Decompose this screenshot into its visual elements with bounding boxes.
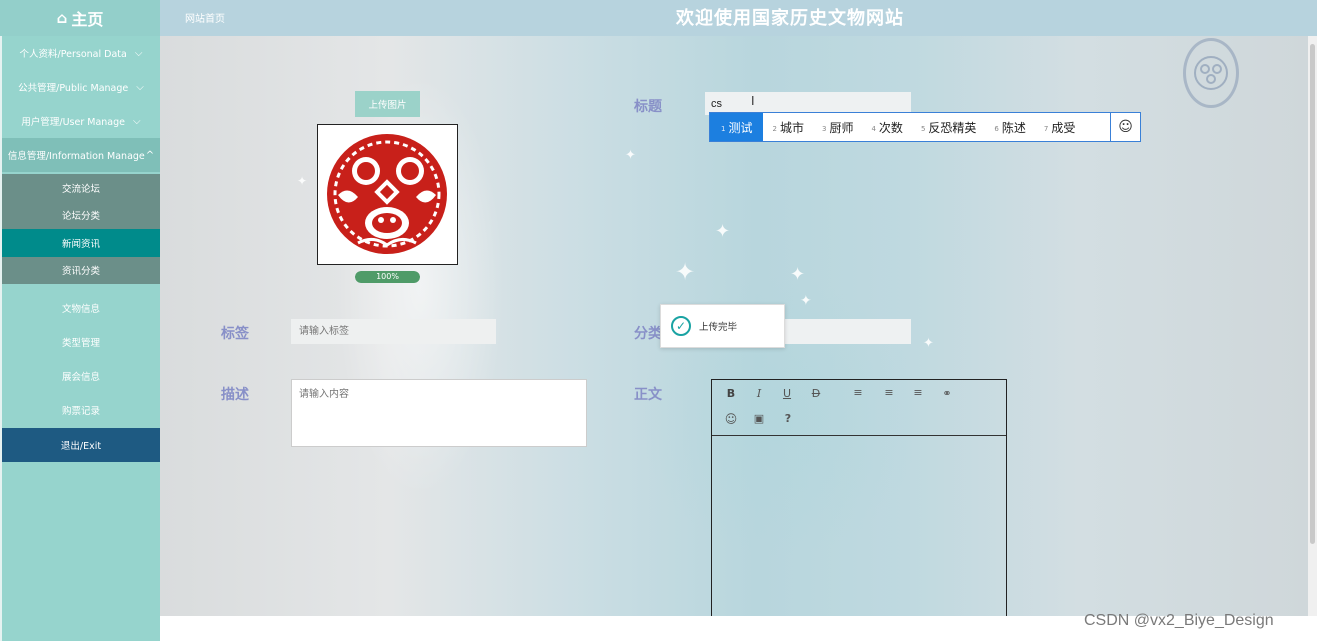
scrollbar-thumb[interactable] bbox=[1310, 44, 1315, 544]
chevron-down-icon: ⌵ bbox=[136, 81, 144, 93]
upload-complete-toast: ✓ 上传完毕 bbox=[660, 304, 785, 348]
sparkle-decoration: ✦ bbox=[800, 293, 812, 309]
ime-candidate[interactable]: 2 城市 bbox=[763, 113, 812, 141]
ime-candidate[interactable]: 3 厨师 bbox=[813, 113, 862, 141]
strikethrough-icon[interactable]: D bbox=[808, 387, 824, 400]
main-content: ✦ ✦ ✦ ✦ ✦ ✦ ✦ 上传图片 100% 标题 cs I 1 测试 2 城… bbox=[160, 36, 1308, 616]
ime-candidate[interactable]: 4 次数 bbox=[862, 113, 911, 141]
sidebar-sub-forum-category[interactable]: 论坛分类 bbox=[2, 201, 160, 229]
upload-image-button[interactable]: 上传图片 bbox=[355, 91, 420, 117]
align-center-icon[interactable]: ≡ bbox=[881, 386, 897, 399]
text-cursor-icon: I bbox=[751, 94, 755, 108]
home-link[interactable]: ⌂ 主页 bbox=[0, 0, 160, 36]
sidebar-sub-news[interactable]: 新闻资讯 bbox=[2, 229, 160, 257]
bold-icon[interactable]: B bbox=[723, 387, 739, 400]
underline-icon[interactable]: U bbox=[779, 387, 795, 400]
home-label: 主页 bbox=[71, 10, 104, 29]
sidebar-item-exhibitions[interactable]: 展会信息 bbox=[2, 359, 160, 393]
seal-stamp-decoration bbox=[1183, 38, 1239, 108]
sidebar-item-label: 公共管理/Public Manage bbox=[18, 83, 129, 94]
image-icon[interactable]: ▣ bbox=[751, 412, 767, 425]
chevron-up-icon: ^ bbox=[145, 149, 155, 161]
sparkle-decoration: ✦ bbox=[675, 258, 696, 286]
sparkle-decoration: ✦ bbox=[297, 174, 308, 188]
upload-progress-bar: 100% bbox=[355, 271, 420, 283]
sparkle-decoration: ✦ bbox=[790, 264, 806, 285]
category-label: 分类 bbox=[634, 326, 662, 342]
description-label: 描述 bbox=[221, 387, 249, 403]
link-icon[interactable]: ⚭ bbox=[939, 387, 955, 400]
sidebar-item-relics[interactable]: 文物信息 bbox=[2, 291, 160, 325]
body-label: 正文 bbox=[634, 387, 662, 403]
sidebar-item-types[interactable]: 类型管理 bbox=[2, 325, 160, 359]
image-preview bbox=[317, 124, 458, 265]
description-textarea[interactable] bbox=[291, 379, 587, 447]
sidebar-item-label: 用户管理/User Manage bbox=[21, 117, 126, 128]
sidebar-item-label: 信息管理/Information Manage bbox=[7, 151, 145, 162]
sparkle-decoration: ✦ bbox=[715, 221, 731, 242]
chevron-down-icon: ⌵ bbox=[134, 47, 143, 59]
top-header: ⌂ 主页 网站首页 欢迎使用国家历史文物网站 bbox=[0, 0, 1317, 36]
breadcrumb[interactable]: 网站首页 bbox=[185, 10, 225, 25]
editor-toolbar: B I U D ≡ ≡ ≡ ⚭ ☺ ▣ ? bbox=[712, 380, 1006, 436]
sidebar-item-personal-data[interactable]: 个人资料/Personal Data ⌵ bbox=[2, 36, 160, 70]
ime-candidate[interactable]: 6 陈述 bbox=[985, 113, 1034, 141]
watermark: CSDN @vx2_Biye_Design bbox=[1084, 612, 1274, 629]
toast-message: 上传完毕 bbox=[699, 322, 738, 333]
emoji-icon[interactable]: ☺ bbox=[723, 412, 739, 426]
ime-candidate-bar: 1 测试 2 城市 3 厨师 4 次数 5 反恐精英 6 陈述 7 成受 ☺ bbox=[709, 112, 1141, 142]
title-label: 标题 bbox=[634, 99, 662, 115]
sparkle-decoration: ✦ bbox=[625, 148, 636, 163]
italic-icon[interactable]: I bbox=[751, 387, 767, 400]
category-select[interactable] bbox=[785, 319, 911, 344]
site-title: 欢迎使用国家历史文物网站 bbox=[676, 8, 904, 29]
exit-button[interactable]: 退出/Exit bbox=[2, 428, 160, 462]
ime-candidate[interactable]: 1 测试 bbox=[710, 113, 764, 141]
chevron-down-icon: ⌵ bbox=[133, 115, 141, 127]
tag-input[interactable] bbox=[291, 319, 496, 344]
editor-body[interactable] bbox=[712, 436, 1006, 616]
sidebar-sub-forum[interactable]: 交流论坛 bbox=[2, 174, 160, 202]
smiley-icon[interactable]: ☺ bbox=[1110, 113, 1140, 141]
upload-progress-fill: 100% bbox=[355, 271, 420, 283]
sidebar-item-public-manage[interactable]: 公共管理/Public Manage ⌵ bbox=[2, 70, 160, 104]
help-icon[interactable]: ? bbox=[780, 412, 796, 425]
seal-icon bbox=[1194, 56, 1228, 90]
sidebar-item-information-manage[interactable]: 信息管理/Information Manage ^ bbox=[2, 138, 160, 172]
sidebar-item-user-manage[interactable]: 用户管理/User Manage ⌵ bbox=[2, 104, 160, 138]
check-circle-icon: ✓ bbox=[671, 316, 691, 336]
sidebar-item-tickets[interactable]: 购票记录 bbox=[2, 393, 160, 427]
sparkle-decoration: ✦ bbox=[923, 336, 934, 351]
rich-text-editor: B I U D ≡ ≡ ≡ ⚭ ☺ ▣ ? bbox=[711, 379, 1007, 616]
ime-candidate[interactable]: 7 成受 bbox=[1035, 113, 1084, 141]
align-right-icon[interactable]: ≡ bbox=[910, 386, 926, 399]
tag-label: 标签 bbox=[221, 326, 249, 342]
sidebar-sub-news-category[interactable]: 资讯分类 bbox=[2, 256, 160, 284]
align-left-icon[interactable]: ≡ bbox=[850, 386, 866, 399]
paper-cut-image bbox=[327, 134, 447, 254]
house-icon: ⌂ bbox=[56, 9, 68, 27]
ime-candidate[interactable]: 5 反恐精英 bbox=[912, 113, 985, 141]
sidebar-item-label: 个人资料/Personal Data bbox=[19, 49, 127, 60]
